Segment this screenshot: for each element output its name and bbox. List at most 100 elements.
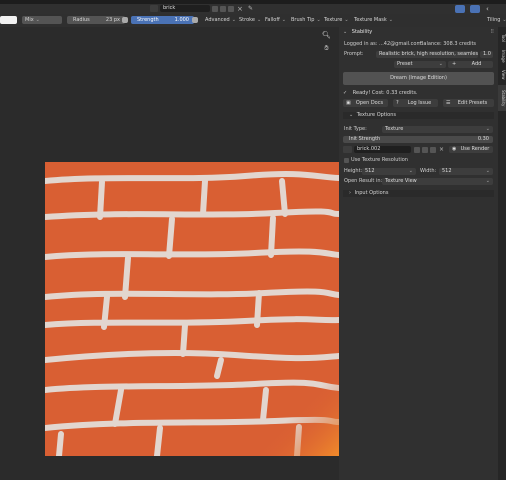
log-issue-label: Log Issue xyxy=(407,100,432,106)
chevron-down-icon: ⌄ xyxy=(343,29,348,35)
duplicate-icon[interactable] xyxy=(422,147,428,153)
duplicate-icon[interactable] xyxy=(220,6,226,12)
chevron-down-icon: ⌄ xyxy=(256,17,262,23)
chevron-down-icon: ⌄ xyxy=(35,17,40,23)
zoom-icon[interactable]: 🔍︎ xyxy=(322,31,331,40)
strength-field[interactable]: Strength 1.000 xyxy=(131,16,194,24)
preset-label: Preset xyxy=(397,61,413,67)
open-docs-button[interactable]: ▣ Open Docs xyxy=(343,99,388,107)
overlay-toggle-icon[interactable] xyxy=(470,5,480,13)
height-dropdown[interactable]: 512 ⌄ xyxy=(362,168,416,175)
open-result-label: Open Result in: xyxy=(344,178,383,184)
fake-user-icon[interactable] xyxy=(212,6,218,12)
init-type-label: Init Type: xyxy=(344,126,367,132)
prompt-input[interactable]: Realistic brick, high resolution, seamle… xyxy=(376,51,478,58)
tab-view[interactable]: View xyxy=(498,67,506,83)
gizmo-toggle-icon[interactable] xyxy=(455,5,465,13)
sidebar-toggle-icon[interactable]: ‹ xyxy=(486,5,493,13)
width-value: 512 xyxy=(442,168,452,174)
init-type-row: Init Type: Texture ⌄ xyxy=(343,126,494,133)
radius-field[interactable]: Radius 23 px xyxy=(67,16,125,24)
logged-in-text: Logged in as: ...42@gmail.com xyxy=(344,41,422,47)
dream-button[interactable]: Dream (Image Edition) xyxy=(343,72,494,85)
log-issue-button[interactable]: ? Log Issue xyxy=(393,99,438,107)
drag-handle-icon[interactable]: ⠿ xyxy=(490,29,494,36)
fake-user-icon[interactable] xyxy=(414,147,420,153)
prompt-label: Prompt: xyxy=(344,51,364,57)
open-result-row: Open Result in: Texture View ⌄ xyxy=(343,178,494,185)
menu-brush-tip[interactable]: Brush Tip ⌄ xyxy=(288,16,324,24)
camera-icon: ◉ xyxy=(452,146,457,152)
edit-presets-button[interactable]: ☰ Edit Presets xyxy=(443,99,494,107)
document-icon: ▣ xyxy=(346,100,351,106)
open-docs-label: Open Docs xyxy=(355,100,384,106)
radius-value: 23 px xyxy=(105,17,120,23)
menu-brush-tip-label: Brush Tip xyxy=(291,17,315,23)
list-icon: ☰ xyxy=(446,100,451,106)
menu-tiling-label: Tiling xyxy=(487,17,501,23)
use-texture-resolution-label: Use Texture Resolution xyxy=(351,157,408,163)
color-swatch[interactable] xyxy=(0,16,17,24)
chevron-down-icon: ⌄ xyxy=(408,168,413,174)
use-texture-resolution-row: Use Texture Resolution xyxy=(343,157,494,164)
pressure-icon[interactable] xyxy=(122,17,128,23)
menu-falloff[interactable]: Falloff ⌄ xyxy=(262,16,289,24)
menu-texture[interactable]: Texture ⌄ xyxy=(321,16,352,24)
folder-icon[interactable] xyxy=(228,6,234,12)
use-texture-resolution-checkbox[interactable] xyxy=(344,158,349,163)
init-strength-row: Init Strength 0.30 xyxy=(343,136,494,143)
image-browse-icon[interactable] xyxy=(150,5,158,12)
input-options-header[interactable]: › Input Options xyxy=(343,190,494,197)
menu-advanced[interactable]: Advanced ⌄ xyxy=(202,16,239,24)
status-text: Ready! Cost: 0.33 credits. xyxy=(352,90,418,96)
height-value: 512 xyxy=(365,168,375,174)
image-name-field[interactable]: brick xyxy=(160,5,210,12)
check-icon: ✓ xyxy=(343,90,348,96)
hand-icon[interactable]: ✋︎ xyxy=(322,44,331,53)
brick-texture-image xyxy=(45,162,339,456)
close-icon[interactable]: × xyxy=(439,146,444,153)
stability-panel-header[interactable]: ⌄ Stability ⠿ xyxy=(343,29,494,36)
width-dropdown[interactable]: 512 ⌄ xyxy=(439,168,493,175)
menu-texture-label: Texture xyxy=(324,17,343,23)
strength-pressure-icon[interactable] xyxy=(192,17,198,23)
sidebar-tab-strip: Tool Image View Stability xyxy=(498,27,506,480)
width-label: Width: xyxy=(420,168,437,174)
resolution-row: Height: 512 ⌄ Width: 512 ⌄ xyxy=(343,168,494,175)
blend-mode-label: Mix xyxy=(25,17,34,23)
folder-icon[interactable] xyxy=(430,147,436,153)
use-render-button[interactable]: ◉ Use Render xyxy=(449,146,493,153)
pin-icon[interactable]: ✎ xyxy=(248,5,256,13)
texture-name-field[interactable]: brick.002 xyxy=(354,146,411,153)
texture-browse-icon[interactable] xyxy=(343,146,352,153)
init-type-dropdown[interactable]: Texture ⌄ xyxy=(382,126,493,133)
tab-tool[interactable]: Tool xyxy=(498,31,506,45)
init-strength-slider[interactable]: Init Strength 0.30 xyxy=(343,136,493,143)
init-strength-label: Init Strength xyxy=(349,136,381,142)
preset-dropdown[interactable]: Preset ⌄ xyxy=(394,61,446,68)
texture-datablock-row: brick.002 × ◉ Use Render xyxy=(343,146,494,153)
chevron-down-icon: ⌄ xyxy=(438,61,443,67)
menu-stroke[interactable]: Stroke ⌄ xyxy=(236,16,264,24)
init-type-value: Texture xyxy=(385,126,404,132)
chevron-down-icon: ⌄ xyxy=(485,168,490,174)
tab-image[interactable]: Image xyxy=(498,47,506,65)
blend-mode-dropdown[interactable]: Mix ⌄ xyxy=(22,16,62,24)
strength-value: 1.000 xyxy=(174,17,189,23)
prompt-weight-field[interactable]: 1.0 xyxy=(480,51,493,58)
chevron-down-icon: ⌄ xyxy=(344,17,349,23)
init-strength-value: 0.30 xyxy=(477,136,489,142)
tool-settings-bar: Mix ⌄ Radius 23 px Strength 1.000 Advanced ⌄… xyxy=(0,14,506,28)
close-icon[interactable]: × xyxy=(237,5,245,13)
texture-options-header[interactable]: ⌄ Texture Options xyxy=(343,112,494,119)
menu-texture-mask-label: Texture Mask xyxy=(354,17,387,23)
prompt-row: Prompt: Realistic brick, high resolution… xyxy=(343,51,494,58)
open-result-dropdown[interactable]: Texture View ⌄ xyxy=(382,178,493,185)
stability-panel-title: Stability xyxy=(351,29,373,35)
menu-tiling[interactable]: Tiling ⌄ xyxy=(484,16,506,24)
chevron-down-icon: ⌄ xyxy=(281,17,286,23)
add-preset-button[interactable]: + Add xyxy=(448,61,493,68)
menu-texture-mask[interactable]: Texture Mask ⌄ xyxy=(351,16,396,24)
edit-presets-label: Edit Presets xyxy=(457,100,488,106)
tab-stability[interactable]: Stability xyxy=(498,85,506,111)
